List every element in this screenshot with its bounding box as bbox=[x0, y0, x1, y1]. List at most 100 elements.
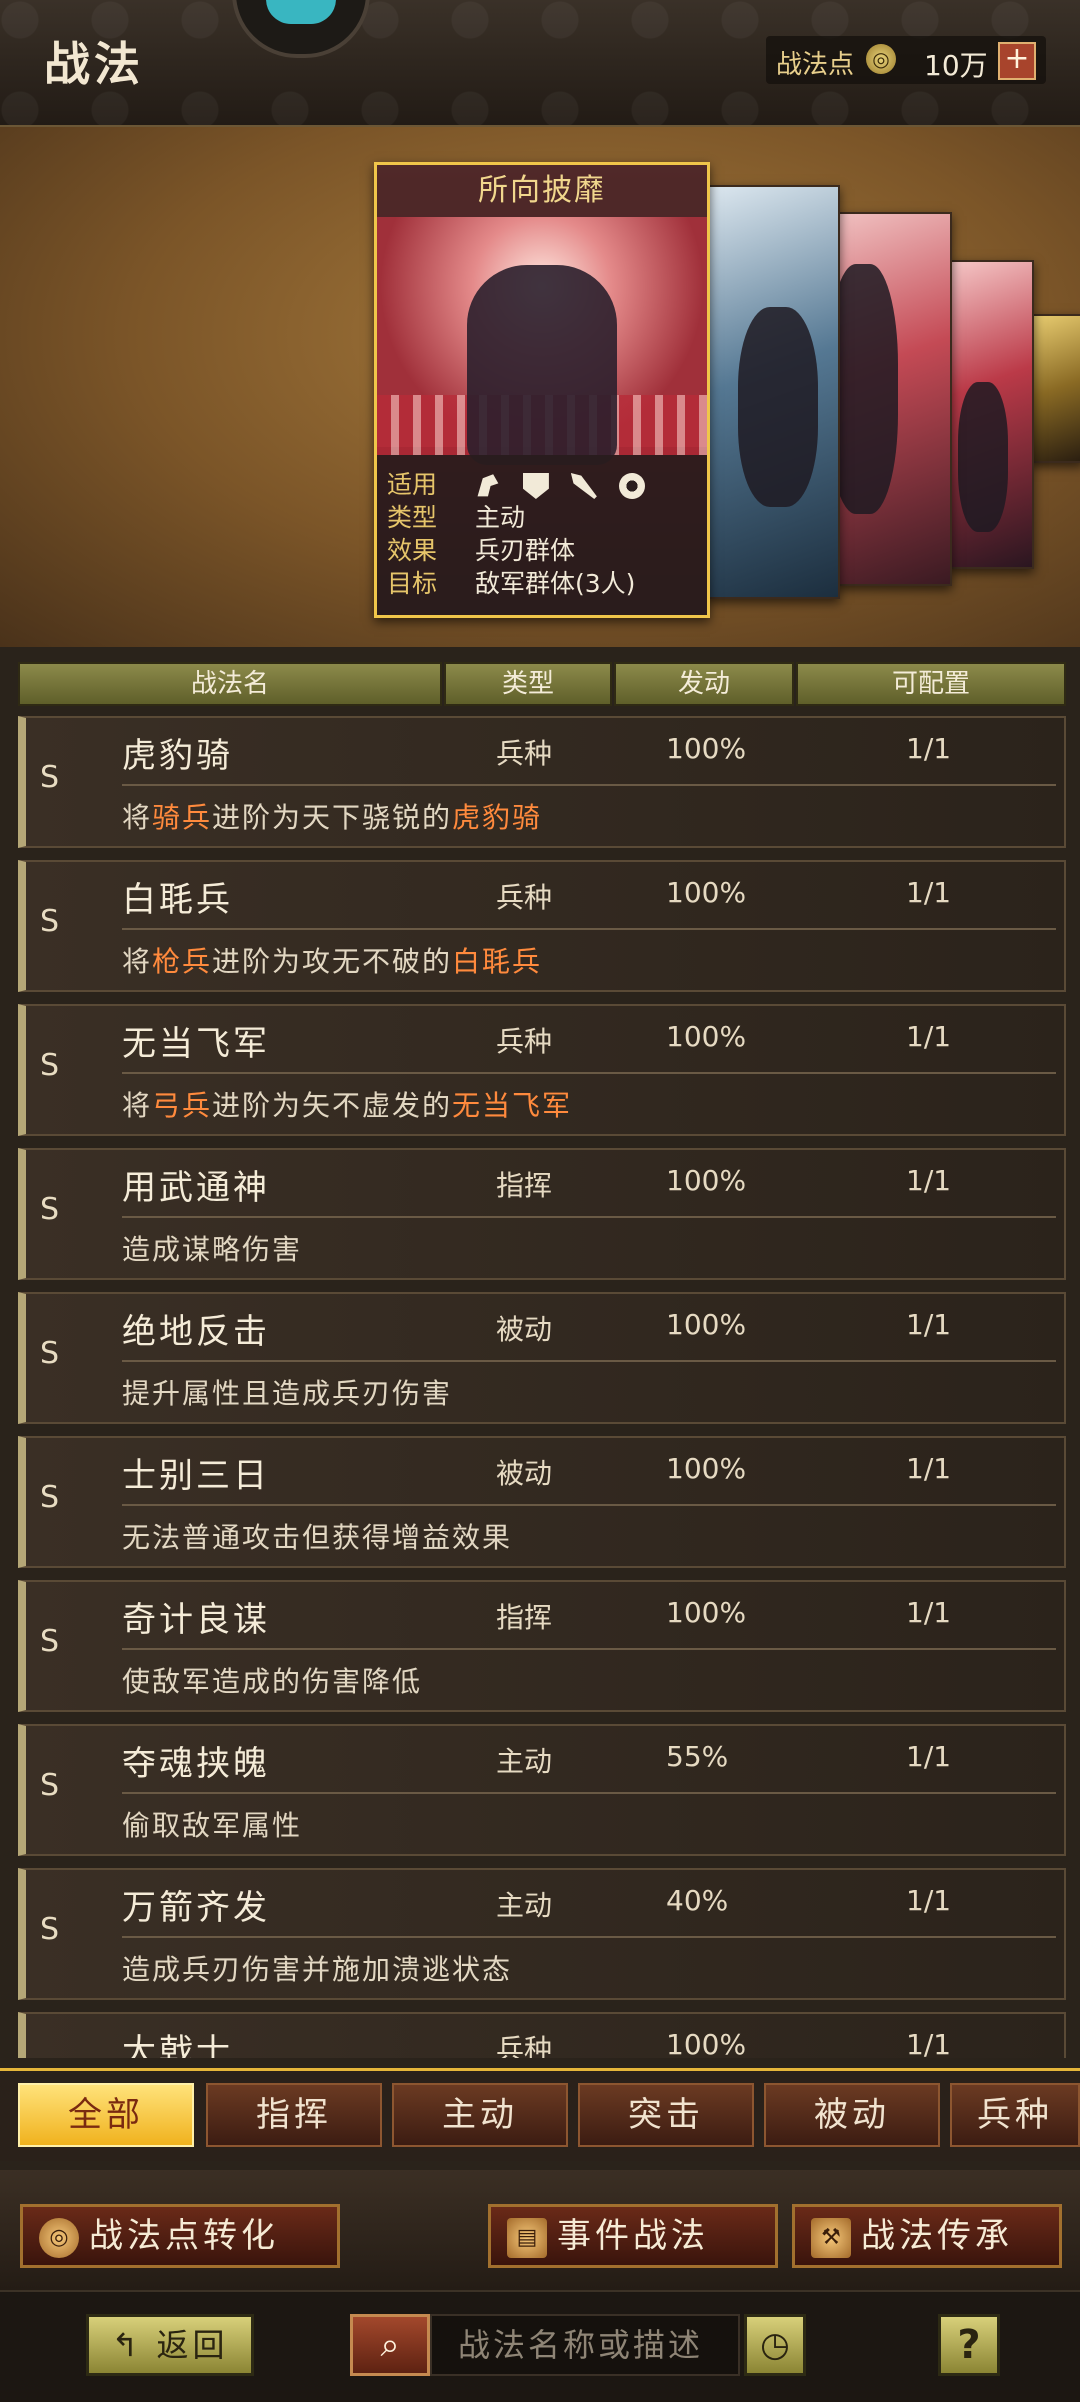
convert-points-label: 战法点转化 bbox=[89, 2216, 279, 2256]
divider bbox=[122, 1216, 1056, 1218]
featured-skill-card[interactable]: 所向披靡 适用 类型 主动 效果 兵刃群体 目标 敌军群体(3人) bbox=[374, 162, 710, 618]
featured-skill-carousel[interactable]: 所向披靡 适用 类型 主动 效果 兵刃群体 目标 敌军群体(3人) bbox=[0, 127, 1080, 647]
featured-skill-info: 适用 类型 主动 效果 兵刃群体 目标 敌军群体(3人) bbox=[377, 455, 707, 615]
list-item[interactable]: S 无当飞军 兵种 100% 1/1 将弓兵进阶为矢不虚发的无当飞军 bbox=[18, 1004, 1066, 1136]
back-label: 返回 bbox=[156, 2326, 229, 2364]
event-skills-button[interactable]: ▤ 事件战法 bbox=[488, 2204, 778, 2268]
action-bar: ◎ 战法点转化 ▤ 事件战法 ⚒ 战法传承 bbox=[0, 2170, 1080, 2290]
divider bbox=[122, 1792, 1056, 1794]
tab-command[interactable]: 指挥 bbox=[206, 2083, 382, 2147]
add-points-button[interactable]: + bbox=[998, 42, 1036, 80]
list-item[interactable]: S 用武通神 指挥 100% 1/1 造成谋略伤害 bbox=[18, 1148, 1066, 1280]
inherit-skill-button[interactable]: ⚒ 战法传承 bbox=[792, 2204, 1062, 2268]
grade-label: S bbox=[40, 1336, 60, 1371]
skill-type: 被动 bbox=[496, 1313, 553, 1346]
skill-type: 兵种 bbox=[496, 881, 553, 914]
skill-description: 造成兵刃伤害并施加溃逃状态 bbox=[122, 1953, 513, 1986]
list-item[interactable]: S 虎豹骑 兵种 100% 1/1 将骑兵进阶为天下骁锐的虎豹骑 bbox=[18, 716, 1066, 848]
coin-icon: ◎ bbox=[39, 2217, 79, 2258]
divider bbox=[122, 928, 1056, 930]
archer-icon bbox=[570, 473, 597, 499]
skill-type: 指挥 bbox=[496, 1601, 553, 1634]
search-input[interactable]: 战法名称或描述 bbox=[430, 2314, 740, 2376]
skill-name: 虎豹骑 bbox=[122, 736, 233, 776]
divider bbox=[122, 1936, 1056, 1938]
filter-tabs: 全部 指挥 主动 突击 被动 兵种 bbox=[0, 2068, 1080, 2161]
list-item[interactable]: S 士别三日 被动 100% 1/1 无法普通攻击但获得增益效果 bbox=[18, 1436, 1066, 1568]
target-value: 敌军群体(3人) bbox=[474, 569, 636, 598]
scroll-icon: ▤ bbox=[507, 2217, 547, 2258]
tab-assault[interactable]: 突击 bbox=[578, 2083, 754, 2147]
cavalry-icon bbox=[477, 474, 499, 497]
back-arrow-icon: ↰ bbox=[111, 2326, 143, 2364]
skill-card[interactable] bbox=[948, 260, 1034, 569]
tab-passive[interactable]: 被动 bbox=[764, 2083, 940, 2147]
tab-all[interactable]: 全部 bbox=[18, 2083, 194, 2147]
skill-name: 大戟士 bbox=[122, 2032, 233, 2058]
skill-name: 夺魂挟魄 bbox=[122, 1744, 270, 1784]
column-header-config[interactable]: 可配置 bbox=[796, 662, 1066, 706]
skill-rate: 100% bbox=[666, 1596, 747, 1629]
convert-points-button[interactable]: ◎ 战法点转化 bbox=[20, 2204, 340, 2268]
event-skills-label: 事件战法 bbox=[557, 2216, 709, 2256]
skill-type: 兵种 bbox=[496, 1025, 553, 1058]
skill-card[interactable] bbox=[1030, 314, 1080, 463]
coin-icon: ◎ bbox=[866, 44, 896, 74]
clock-icon: ◷ bbox=[760, 2325, 790, 2365]
hammer-icon: ⚒ bbox=[811, 2217, 851, 2258]
skill-config: 1/1 bbox=[906, 732, 952, 765]
back-button[interactable]: ↰ 返回 bbox=[86, 2314, 254, 2376]
divider bbox=[122, 1072, 1056, 1074]
skill-config: 1/1 bbox=[906, 2028, 952, 2058]
type-label: 类型 bbox=[387, 503, 438, 532]
skill-description: 使敌军造成的伤害降低 bbox=[122, 1665, 423, 1698]
type-value: 主动 bbox=[474, 503, 525, 532]
points-label: 战法点 bbox=[776, 50, 855, 80]
list-item[interactable]: S 奇计良谋 指挥 100% 1/1 使敌军造成的伤害降低 bbox=[18, 1580, 1066, 1712]
skill-description: 将枪兵进阶为攻无不破的白毦兵 bbox=[122, 945, 543, 978]
effect-label: 效果 bbox=[387, 536, 438, 565]
column-header-name[interactable]: 战法名 bbox=[18, 662, 442, 706]
history-button[interactable]: ◷ bbox=[744, 2314, 806, 2376]
skill-rate: 100% bbox=[666, 732, 747, 765]
skill-card[interactable] bbox=[706, 185, 840, 599]
skill-rate: 100% bbox=[666, 1020, 747, 1053]
skill-config: 1/1 bbox=[906, 876, 952, 909]
page-title: 战法 bbox=[44, 37, 144, 91]
tab-active[interactable]: 主动 bbox=[392, 2083, 568, 2147]
column-header-type[interactable]: 类型 bbox=[444, 662, 612, 706]
divider bbox=[122, 1504, 1056, 1506]
search-icon: ⌕ bbox=[380, 2325, 400, 2365]
grade-label: S bbox=[40, 1912, 60, 1947]
skill-list[interactable]: S 虎豹骑 兵种 100% 1/1 将骑兵进阶为天下骁锐的虎豹骑 S 白毦兵 兵… bbox=[18, 716, 1066, 2058]
skill-points-display: 战法点 ◎ 10万 + bbox=[766, 36, 1046, 84]
skill-rate: 100% bbox=[666, 876, 747, 909]
skill-rate: 100% bbox=[666, 1308, 747, 1341]
list-item[interactable]: S 绝地反击 被动 100% 1/1 提升属性且造成兵刃伤害 bbox=[18, 1292, 1066, 1424]
list-item[interactable]: S 大戟士 兵种 100% 1/1 bbox=[18, 2012, 1066, 2058]
avatar[interactable] bbox=[232, 0, 370, 58]
skill-name: 奇计良谋 bbox=[122, 1600, 270, 1640]
grade-label: S bbox=[40, 1768, 60, 1803]
tab-troop[interactable]: 兵种 bbox=[950, 2083, 1080, 2147]
list-item[interactable]: S 白毦兵 兵种 100% 1/1 将枪兵进阶为攻无不破的白毦兵 bbox=[18, 860, 1066, 992]
skill-config: 1/1 bbox=[906, 1740, 952, 1773]
skill-name: 白毦兵 bbox=[122, 880, 233, 920]
skill-card[interactable] bbox=[836, 212, 952, 586]
grade-label: S bbox=[40, 1048, 60, 1083]
column-header-rate[interactable]: 发动 bbox=[614, 662, 794, 706]
divider bbox=[122, 1648, 1056, 1650]
list-item[interactable]: S 万箭齐发 主动 40% 1/1 造成兵刃伤害并施加溃逃状态 bbox=[18, 1868, 1066, 2000]
skill-type: 主动 bbox=[496, 1889, 553, 1922]
bottom-bar: ↰ 返回 ⌕ 战法名称或描述 ◷ ? bbox=[0, 2290, 1080, 2402]
applies-row: 适用 bbox=[387, 465, 659, 499]
search-button[interactable]: ⌕ bbox=[350, 2314, 430, 2376]
grade-label: S bbox=[40, 760, 60, 795]
skill-config: 1/1 bbox=[906, 1308, 952, 1341]
list-item[interactable]: S 夺魂挟魄 主动 55% 1/1 偷取敌军属性 bbox=[18, 1724, 1066, 1856]
help-button[interactable]: ? bbox=[938, 2314, 1000, 2376]
skill-config: 1/1 bbox=[906, 1596, 952, 1629]
skill-name: 用武通神 bbox=[122, 1168, 270, 1208]
grade-label: S bbox=[40, 1480, 60, 1515]
skill-config: 1/1 bbox=[906, 1164, 952, 1197]
